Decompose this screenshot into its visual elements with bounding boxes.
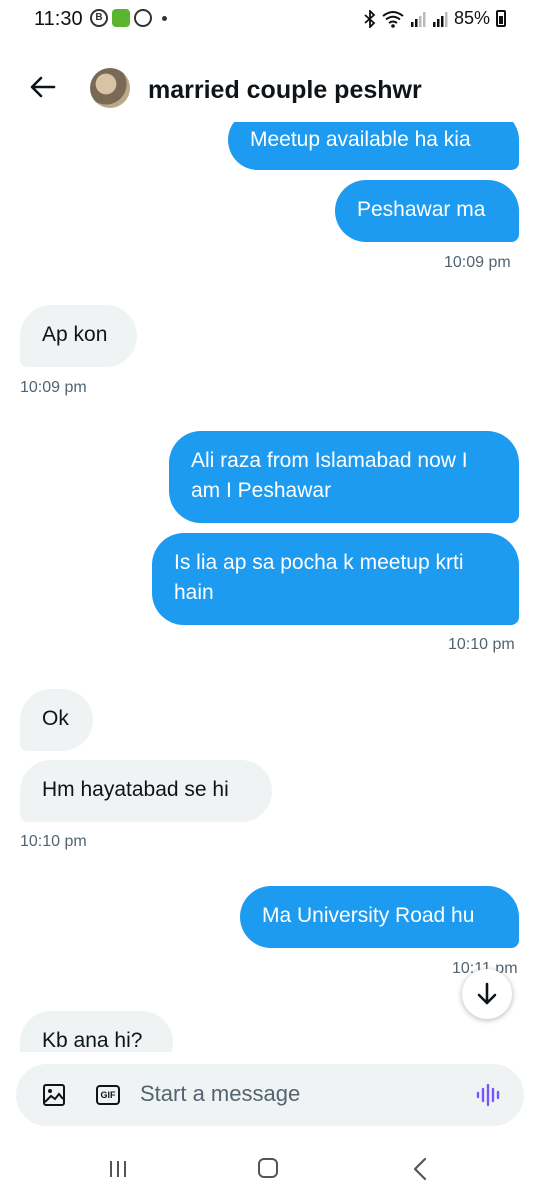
arrow-left-icon[interactable] [26, 70, 60, 104]
message-timestamp: 10:09 pm [444, 254, 511, 271]
message-composer: GIF [16, 1064, 524, 1126]
more-notifications-icon [162, 15, 167, 21]
wifi-icon [382, 10, 404, 28]
app-notification-icon [112, 9, 130, 27]
avatar[interactable] [90, 68, 130, 108]
message-timestamp: 10:10 pm [448, 636, 515, 653]
voice-wave-icon[interactable] [476, 1083, 502, 1107]
status-time: 11:30 [34, 8, 83, 30]
notification-icons: B [90, 9, 167, 27]
bluetooth-icon [364, 9, 376, 28]
message-bubble[interactable]: Ali raza from Islamabad now I am I Pesha… [169, 431, 519, 523]
message-bubble[interactable]: Ma University Road hu [240, 886, 519, 948]
nav-back-icon[interactable] [410, 1157, 430, 1181]
sync-icon [134, 9, 152, 27]
system-nav-bar [0, 1140, 540, 1200]
contact-name[interactable]: married couple peshwr [148, 76, 422, 105]
signal-icon-2 [432, 11, 448, 27]
signal-icon [410, 11, 426, 27]
message-bubble[interactable]: Peshawar ma [335, 180, 519, 242]
home-icon[interactable] [258, 1158, 278, 1178]
battery-percent: 85% [453, 8, 490, 28]
message-bubble[interactable]: Is lia ap sa pocha k meetup krti hain [152, 533, 519, 625]
message-bubble[interactable]: Kb ana hi? [20, 1011, 173, 1052]
message-bubble[interactable]: Meetup available ha kia [228, 122, 519, 170]
message-bubble[interactable]: Ap kon [20, 305, 137, 367]
message-input[interactable] [140, 1081, 440, 1107]
message-timestamp: 10:09 pm [20, 379, 87, 396]
battery-icon [496, 10, 506, 27]
system-icons: 85% [364, 8, 506, 29]
recent-apps-icon[interactable] [108, 1160, 128, 1178]
business-icon: B [90, 9, 108, 27]
image-icon[interactable] [42, 1083, 66, 1107]
message-timestamp: 10:10 pm [20, 833, 87, 850]
conversation-header: married couple peshwr [0, 52, 540, 122]
message-bubble[interactable]: Ok [20, 689, 93, 751]
gif-icon[interactable]: GIF [96, 1085, 120, 1105]
arrow-down-icon [477, 982, 497, 1005]
status-bar: 11:30 B 85% [0, 0, 540, 40]
message-list[interactable]: Meetup available ha kia Peshawar ma 10:0… [0, 122, 540, 1052]
message-bubble[interactable]: Hm hayatabad se hi [20, 760, 272, 822]
scroll-to-bottom-button[interactable] [462, 969, 512, 1019]
